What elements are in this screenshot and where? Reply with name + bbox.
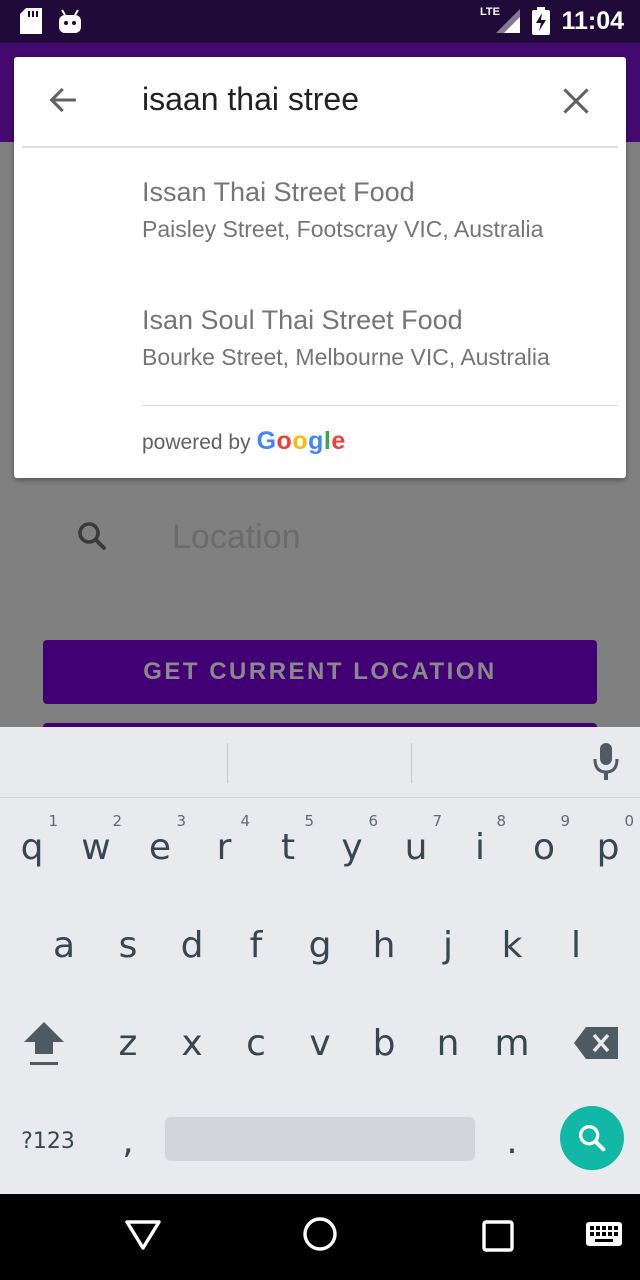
divider	[227, 743, 228, 783]
keyboard-switch-icon[interactable]	[586, 1222, 622, 1253]
key-b[interactable]: b	[352, 994, 416, 1092]
suggestion-item[interactable]: Isan Soul Thai Street Food Bourke Street…	[142, 305, 612, 371]
powered-by-label: powered by	[142, 431, 251, 454]
key-d[interactable]: d	[160, 896, 224, 994]
search-input[interactable]: isaan thai stree	[142, 81, 359, 118]
mic-icon[interactable]	[592, 743, 620, 786]
key-row-2: asdfghjkl	[0, 896, 640, 994]
key-h[interactable]: h	[352, 896, 416, 994]
key-a[interactable]: a	[32, 896, 96, 994]
key-label: w	[81, 826, 111, 868]
nav-home-icon[interactable]	[302, 1216, 338, 1257]
key-hint: 5	[304, 812, 314, 830]
key-z[interactable]: z	[96, 994, 160, 1092]
key-hint: 0	[624, 812, 634, 830]
symbols-key[interactable]: ?123	[16, 1092, 80, 1190]
key-c[interactable]: c	[224, 994, 288, 1092]
key-p[interactable]: p0	[576, 798, 640, 896]
google-logo: Google	[256, 427, 346, 455]
key-x[interactable]: x	[160, 994, 224, 1092]
key-hint: 2	[112, 812, 122, 830]
key-w[interactable]: w2	[64, 798, 128, 896]
space-key[interactable]	[165, 1117, 475, 1161]
key-t[interactable]: t5	[256, 798, 320, 896]
key-label: r	[216, 826, 232, 868]
nav-back-icon[interactable]	[124, 1218, 162, 1257]
key-label: i	[474, 826, 485, 868]
key-g[interactable]: g	[288, 896, 352, 994]
status-bar: LTE 11:04	[0, 0, 640, 43]
get-current-location-button[interactable]: GET CURRENT LOCATION	[43, 640, 597, 704]
clock: 11:04	[561, 7, 624, 35]
navigation-bar	[0, 1194, 640, 1280]
key-hint: 4	[240, 812, 250, 830]
soft-keyboard: q1w2e3r4t5y6u7i8o9p0 asdfghjkl zxcvbnm ?…	[0, 727, 640, 1194]
divider	[142, 405, 618, 406]
suggestion-strip	[0, 727, 640, 798]
key-q[interactable]: q1	[0, 798, 64, 896]
key-hint: 6	[368, 812, 378, 830]
divider	[22, 146, 618, 148]
key-label: u	[404, 826, 428, 868]
key-label: q	[20, 826, 44, 868]
key-row-3: zxcvbnm	[0, 994, 640, 1092]
powered-by-google: powered by Google	[142, 427, 346, 456]
signal-icon	[496, 9, 520, 38]
key-label: y	[341, 826, 363, 868]
backspace-key[interactable]	[564, 994, 628, 1092]
key-hint: 1	[48, 812, 58, 830]
key-row-1: q1w2e3r4t5y6u7i8o9p0	[0, 798, 640, 896]
search-icon	[74, 518, 110, 559]
android-icon	[58, 8, 82, 39]
key-s[interactable]: s	[96, 896, 160, 994]
location-placeholder: Location	[172, 518, 301, 556]
key-row-4: ?123 , .	[0, 1092, 640, 1190]
key-m[interactable]: m	[480, 994, 544, 1092]
key-label: e	[148, 826, 172, 868]
clear-icon[interactable]	[562, 87, 590, 120]
key-l[interactable]: l	[544, 896, 608, 994]
shift-key[interactable]	[12, 994, 76, 1092]
key-v[interactable]: v	[288, 994, 352, 1092]
key-o[interactable]: o9	[512, 798, 576, 896]
key-y[interactable]: y6	[320, 798, 384, 896]
period-key[interactable]: .	[480, 1092, 544, 1190]
key-f[interactable]: f	[224, 896, 288, 994]
key-n[interactable]: n	[416, 994, 480, 1092]
suggestion-name: Issan Thai Street Food	[142, 177, 415, 207]
comma-key[interactable]: ,	[96, 1092, 160, 1190]
suggestion-address: Paisley Street, Footscray VIC, Australia	[142, 216, 544, 242]
key-k[interactable]: k	[480, 896, 544, 994]
key-hint: 9	[560, 812, 570, 830]
search-action-key[interactable]	[560, 1106, 624, 1170]
key-r[interactable]: r4	[192, 798, 256, 896]
suggestion-name: Isan Soul Thai Street Food	[142, 305, 463, 335]
key-hint: 7	[432, 812, 442, 830]
nav-recents-icon[interactable]	[482, 1220, 514, 1257]
key-label: p	[596, 826, 620, 868]
battery-charging-icon	[532, 7, 550, 40]
suggestion-item[interactable]: Issan Thai Street Food Paisley Street, F…	[142, 177, 612, 243]
key-hint: 8	[496, 812, 506, 830]
back-arrow-icon[interactable]	[46, 83, 80, 122]
suggestion-address: Bourke Street, Melbourne VIC, Australia	[142, 344, 550, 370]
key-label: o	[532, 826, 556, 868]
divider	[411, 743, 412, 783]
key-label: t	[280, 826, 296, 868]
sd-card-icon	[20, 8, 42, 39]
place-autocomplete-dialog: isaan thai stree Issan Thai Street Food …	[14, 57, 626, 478]
location-field[interactable]: Location	[0, 500, 640, 580]
key-hint: 3	[176, 812, 186, 830]
key-u[interactable]: u7	[384, 798, 448, 896]
key-e[interactable]: e3	[128, 798, 192, 896]
key-i[interactable]: i8	[448, 798, 512, 896]
key-j[interactable]: j	[416, 896, 480, 994]
